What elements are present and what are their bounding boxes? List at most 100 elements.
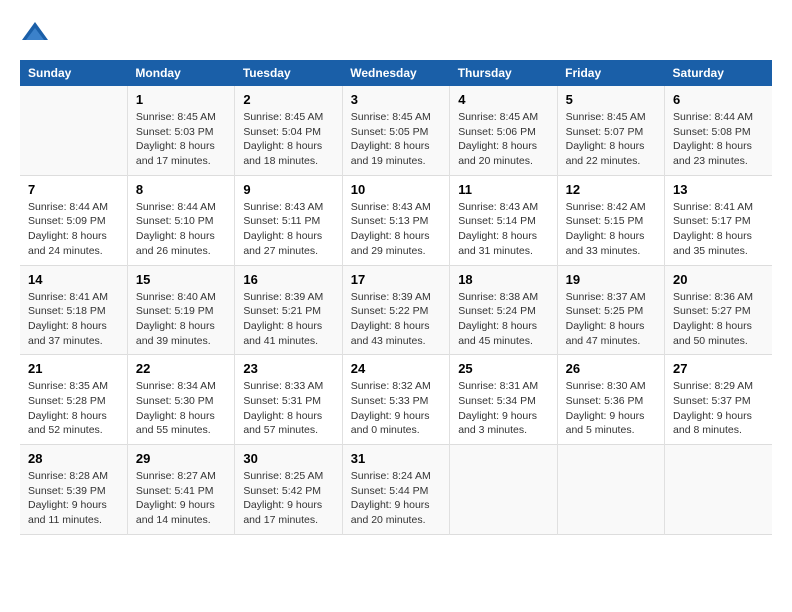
day-number: 12 [566, 182, 656, 197]
day-info: Sunrise: 8:45 AMSunset: 5:06 PMDaylight:… [458, 110, 548, 169]
day-info: Sunrise: 8:38 AMSunset: 5:24 PMDaylight:… [458, 290, 548, 349]
day-number: 25 [458, 361, 548, 376]
week-row-2: 7 Sunrise: 8:44 AMSunset: 5:09 PMDaylight… [20, 175, 772, 265]
day-info: Sunrise: 8:39 AMSunset: 5:21 PMDaylight:… [243, 290, 333, 349]
week-row-1: 1 Sunrise: 8:45 AMSunset: 5:03 PMDaylight… [20, 86, 772, 175]
logo-icon [20, 20, 50, 50]
day-info: Sunrise: 8:32 AMSunset: 5:33 PMDaylight:… [351, 379, 441, 438]
day-number: 28 [28, 451, 119, 466]
day-number: 4 [458, 92, 548, 107]
day-info: Sunrise: 8:27 AMSunset: 5:41 PMDaylight:… [136, 469, 226, 528]
day-number: 2 [243, 92, 333, 107]
day-number: 9 [243, 182, 333, 197]
calendar-cell [557, 445, 664, 535]
day-number: 20 [673, 272, 764, 287]
day-number: 30 [243, 451, 333, 466]
column-header-friday: Friday [557, 60, 664, 86]
day-number: 23 [243, 361, 333, 376]
column-header-saturday: Saturday [665, 60, 772, 86]
calendar-cell: 14Sunrise: 8:41 AMSunset: 5:18 PMDayligh… [20, 265, 127, 355]
calendar-cell: 29Sunrise: 8:27 AMSunset: 5:41 PMDayligh… [127, 445, 234, 535]
day-info: Sunrise: 8:37 AMSunset: 5:25 PMDaylight:… [566, 290, 656, 349]
day-info: Sunrise: 8:33 AMSunset: 5:31 PMDaylight:… [243, 379, 333, 438]
calendar-cell: 12 Sunrise: 8:42 AMSunset: 5:15 PMDayligh… [557, 175, 664, 265]
day-info: Sunrise: 8:44 AMSunset: 5:10 PMDaylight:… [136, 200, 226, 259]
day-number: 26 [566, 361, 656, 376]
day-number: 8 [136, 182, 226, 197]
column-header-wednesday: Wednesday [342, 60, 449, 86]
calendar-cell: 22 Sunrise: 8:34 AMSunset: 5:30 PMDayligh… [127, 355, 234, 445]
day-number: 11 [458, 182, 548, 197]
day-number: 15 [136, 272, 226, 287]
calendar-cell: 27 Sunrise: 8:29 AMSunset: 5:37 PMDayligh… [665, 355, 772, 445]
day-info: Sunrise: 8:29 AMSunset: 5:37 PMDaylight:… [673, 379, 764, 438]
header-row: SundayMondayTuesdayWednesdayThursdayFrid… [20, 60, 772, 86]
day-number: 27 [673, 361, 764, 376]
day-number: 24 [351, 361, 441, 376]
page-header [20, 20, 772, 50]
day-number: 1 [136, 92, 226, 107]
calendar-cell: 24 Sunrise: 8:32 AMSunset: 5:33 PMDayligh… [342, 355, 449, 445]
day-info: Sunrise: 8:35 AMSunset: 5:28 PMDaylight:… [28, 379, 119, 438]
calendar-cell: 16Sunrise: 8:39 AMSunset: 5:21 PMDayligh… [235, 265, 342, 355]
day-info: Sunrise: 8:36 AMSunset: 5:27 PMDaylight:… [673, 290, 764, 349]
calendar-cell: 26 Sunrise: 8:30 AMSunset: 5:36 PMDayligh… [557, 355, 664, 445]
day-number: 31 [351, 451, 441, 466]
day-number: 13 [673, 182, 764, 197]
calendar-cell: 8 Sunrise: 8:44 AMSunset: 5:10 PMDaylight… [127, 175, 234, 265]
calendar-cell: 15 Sunrise: 8:40 AMSunset: 5:19 PMDayligh… [127, 265, 234, 355]
day-info: Sunrise: 8:43 AMSunset: 5:11 PMDaylight:… [243, 200, 333, 259]
calendar-cell: 6 Sunrise: 8:44 AMSunset: 5:08 PMDaylight… [665, 86, 772, 175]
day-number: 7 [28, 182, 119, 197]
calendar-cell: 9 Sunrise: 8:43 AMSunset: 5:11 PMDaylight… [235, 175, 342, 265]
calendar-cell: 3 Sunrise: 8:45 AMSunset: 5:05 PMDaylight… [342, 86, 449, 175]
calendar-cell: 21 Sunrise: 8:35 AMSunset: 5:28 PMDayligh… [20, 355, 127, 445]
day-info: Sunrise: 8:28 AMSunset: 5:39 PMDaylight:… [28, 469, 119, 528]
day-number: 19 [566, 272, 656, 287]
calendar-cell: 31 Sunrise: 8:24 AMSunset: 5:44 PMDayligh… [342, 445, 449, 535]
day-info: Sunrise: 8:41 AMSunset: 5:17 PMDaylight:… [673, 200, 764, 259]
day-info: Sunrise: 8:45 AMSunset: 5:07 PMDaylight:… [566, 110, 656, 169]
calendar-cell: 17 Sunrise: 8:39 AMSunset: 5:22 PMDayligh… [342, 265, 449, 355]
calendar-cell: 23 Sunrise: 8:33 AMSunset: 5:31 PMDayligh… [235, 355, 342, 445]
column-header-monday: Monday [127, 60, 234, 86]
day-info: Sunrise: 8:45 AMSunset: 5:03 PMDaylight:… [136, 110, 226, 169]
column-header-tuesday: Tuesday [235, 60, 342, 86]
calendar-cell: 25 Sunrise: 8:31 AMSunset: 5:34 PMDayligh… [450, 355, 557, 445]
day-number: 6 [673, 92, 764, 107]
calendar-cell: 20 Sunrise: 8:36 AMSunset: 5:27 PMDayligh… [665, 265, 772, 355]
week-row-4: 21 Sunrise: 8:35 AMSunset: 5:28 PMDayligh… [20, 355, 772, 445]
calendar-cell: 2 Sunrise: 8:45 AMSunset: 5:04 PMDaylight… [235, 86, 342, 175]
calendar-header: SundayMondayTuesdayWednesdayThursdayFrid… [20, 60, 772, 86]
column-header-sunday: Sunday [20, 60, 127, 86]
day-info: Sunrise: 8:34 AMSunset: 5:30 PMDaylight:… [136, 379, 226, 438]
calendar-table: SundayMondayTuesdayWednesdayThursdayFrid… [20, 60, 772, 535]
day-info: Sunrise: 8:40 AMSunset: 5:19 PMDaylight:… [136, 290, 226, 349]
day-info: Sunrise: 8:45 AMSunset: 5:04 PMDaylight:… [243, 110, 333, 169]
calendar-cell: 30 Sunrise: 8:25 AMSunset: 5:42 PMDayligh… [235, 445, 342, 535]
calendar-cell: 7 Sunrise: 8:44 AMSunset: 5:09 PMDaylight… [20, 175, 127, 265]
calendar-cell: 13 Sunrise: 8:41 AMSunset: 5:17 PMDayligh… [665, 175, 772, 265]
day-info: Sunrise: 8:44 AMSunset: 5:08 PMDaylight:… [673, 110, 764, 169]
day-number: 3 [351, 92, 441, 107]
day-info: Sunrise: 8:45 AMSunset: 5:05 PMDaylight:… [351, 110, 441, 169]
calendar-cell [20, 86, 127, 175]
day-info: Sunrise: 8:42 AMSunset: 5:15 PMDaylight:… [566, 200, 656, 259]
day-info: Sunrise: 8:30 AMSunset: 5:36 PMDaylight:… [566, 379, 656, 438]
week-row-5: 28 Sunrise: 8:28 AMSunset: 5:39 PMDayligh… [20, 445, 772, 535]
day-number: 18 [458, 272, 548, 287]
column-header-thursday: Thursday [450, 60, 557, 86]
week-row-3: 14Sunrise: 8:41 AMSunset: 5:18 PMDayligh… [20, 265, 772, 355]
calendar-cell: 4 Sunrise: 8:45 AMSunset: 5:06 PMDaylight… [450, 86, 557, 175]
day-info: Sunrise: 8:25 AMSunset: 5:42 PMDaylight:… [243, 469, 333, 528]
day-info: Sunrise: 8:44 AMSunset: 5:09 PMDaylight:… [28, 200, 119, 259]
logo [20, 20, 54, 50]
day-info: Sunrise: 8:39 AMSunset: 5:22 PMDaylight:… [351, 290, 441, 349]
day-number: 21 [28, 361, 119, 376]
day-number: 22 [136, 361, 226, 376]
calendar-cell: 11Sunrise: 8:43 AMSunset: 5:14 PMDayligh… [450, 175, 557, 265]
day-info: Sunrise: 8:24 AMSunset: 5:44 PMDaylight:… [351, 469, 441, 528]
day-number: 17 [351, 272, 441, 287]
day-number: 10 [351, 182, 441, 197]
day-info: Sunrise: 8:31 AMSunset: 5:34 PMDaylight:… [458, 379, 548, 438]
